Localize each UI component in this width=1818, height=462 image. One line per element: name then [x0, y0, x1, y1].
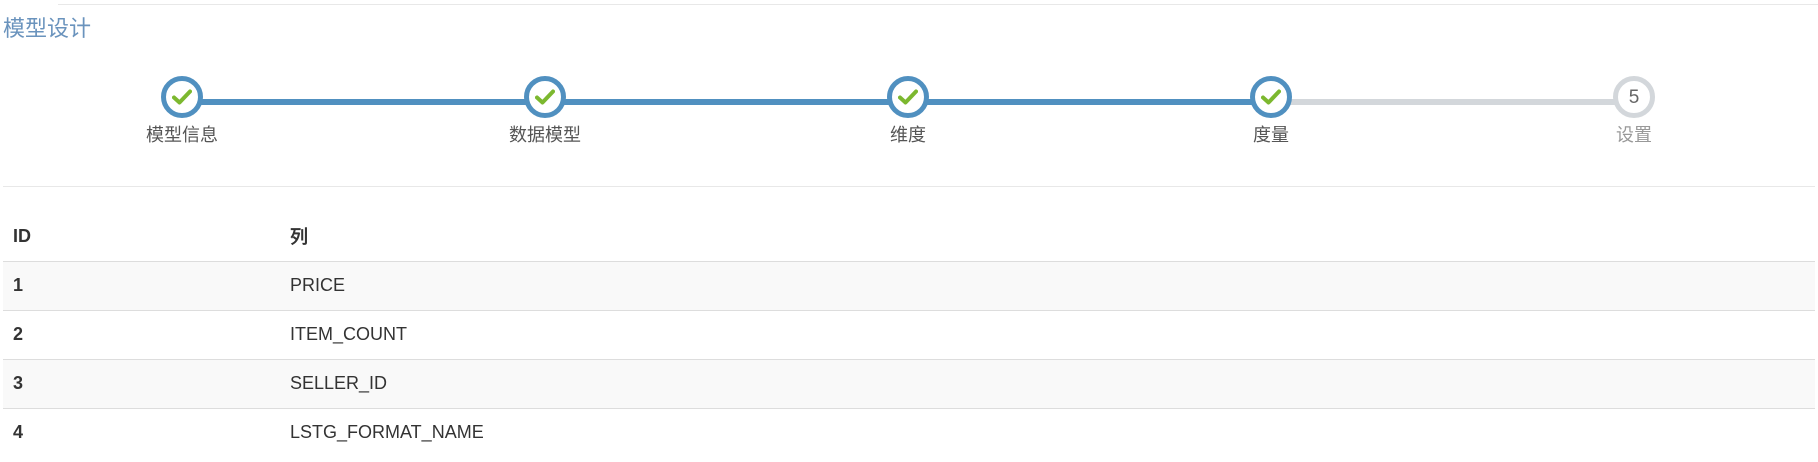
step-circle: [524, 76, 566, 118]
table-row: 4 LSTG_FORMAT_NAME: [3, 407, 1815, 457]
step-data-model[interactable]: 数据模型: [475, 76, 615, 148]
row-id: 3: [3, 358, 280, 408]
row-column: SELLER_ID: [280, 358, 1815, 408]
step-circle: 5: [1613, 76, 1655, 118]
section-divider: [3, 186, 1815, 187]
column-header-column: 列: [280, 212, 1815, 262]
step-number: 5: [1628, 86, 1640, 108]
table-row: 3 SELLER_ID: [3, 358, 1815, 408]
row-id: 2: [3, 309, 280, 359]
step-model-info[interactable]: 模型信息: [112, 76, 252, 148]
check-icon: [898, 89, 918, 105]
step-circle: [887, 76, 929, 118]
step-settings[interactable]: 5 设置: [1564, 76, 1704, 148]
stepper-progress-bar: [182, 99, 1271, 105]
step-label: 数据模型: [509, 125, 581, 146]
step-dimensions[interactable]: 维度: [838, 76, 978, 148]
row-column: ITEM_COUNT: [280, 309, 1815, 359]
step-label: 模型信息: [146, 125, 218, 146]
column-header-id: ID: [3, 212, 280, 262]
step-label: 度量: [1253, 125, 1289, 146]
step-circle: [1250, 76, 1292, 118]
table-row: 1 PRICE: [3, 260, 1815, 310]
check-icon: [172, 89, 192, 105]
step-circle: [161, 76, 203, 118]
step-label: 设置: [1616, 125, 1652, 146]
row-column: LSTG_FORMAT_NAME: [280, 407, 1815, 457]
check-icon: [1261, 89, 1281, 105]
wizard-stepper: 模型信息 数据模型 维度 度量 5 设置: [0, 0, 1818, 170]
table-header-row: ID 列: [3, 212, 1815, 262]
step-measures[interactable]: 度量: [1201, 76, 1341, 148]
row-id: 1: [3, 260, 280, 310]
row-column: PRICE: [280, 260, 1815, 310]
table-row: 2 ITEM_COUNT: [3, 309, 1815, 359]
check-icon: [535, 89, 555, 105]
row-id: 4: [3, 407, 280, 457]
step-label: 维度: [890, 125, 926, 146]
measures-table: ID 列 1 PRICE 2 ITEM_COUNT 3 SELLER_ID 4 …: [3, 212, 1815, 457]
